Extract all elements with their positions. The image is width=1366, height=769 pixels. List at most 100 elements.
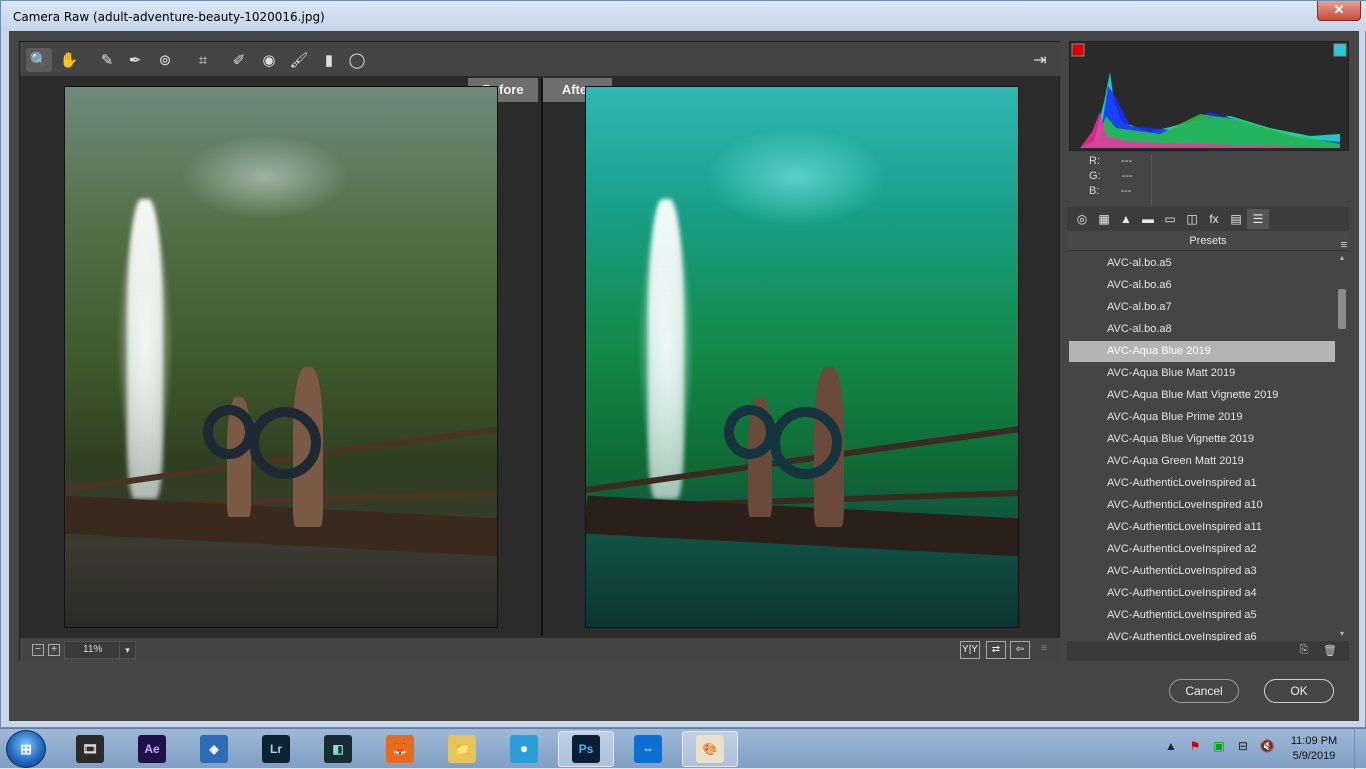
preset-item[interactable]: AVC-al.bo.a6 (1069, 275, 1335, 296)
open-preferences-icon[interactable]: ⇥ (1027, 48, 1053, 72)
preset-item[interactable]: AVC-AuthenticLoveInspired a3 (1069, 561, 1335, 582)
green-readout: G: --- (1089, 170, 1133, 182)
taskbar-app-diamond[interactable]: ◈ (186, 731, 242, 767)
cancel-button[interactable]: Cancel (1169, 679, 1239, 703)
lightroom-icon: Lr (262, 735, 290, 763)
close-button[interactable]: ✕ (1317, 1, 1361, 21)
color-sampler-tool-icon[interactable]: ✒ (122, 48, 148, 72)
blue-readout: B: --- (1089, 185, 1131, 197)
waterfall (127, 199, 163, 499)
calibration-tab[interactable]: ▤ (1225, 209, 1247, 229)
preset-item[interactable]: AVC-AuthenticLoveInspired a6 (1069, 627, 1335, 641)
preset-scrollbar[interactable]: ▴ ▾ (1337, 253, 1347, 641)
shadow-clipping-icon (1071, 43, 1085, 57)
scroll-thumb[interactable] (1338, 289, 1346, 329)
toggle-settings-icon[interactable]: ≡ (1034, 641, 1054, 659)
taskbar: ⊞ 🎞 Ae ◈ Lr ◧ 🦊 📁 ⏺ Ps ⇔ 🎨 ▲ ⚑ ▣ ⊟ 🔇 11:09 PM 5/9/… (0, 728, 1366, 769)
crop-tool-icon[interactable]: ⌗ (190, 48, 216, 72)
zoom-out-button[interactable]: − (32, 644, 44, 656)
clock-date: 5/9/2019 (1292, 750, 1336, 762)
preset-item[interactable]: AVC-Aqua Blue 2019 (1069, 341, 1335, 362)
basic-tab[interactable]: ◎ (1071, 209, 1093, 229)
teamviewer-icon: ⇔ (634, 735, 662, 763)
tone-curve-tab[interactable]: ▦ (1093, 209, 1115, 229)
taskbar-screen-recorder[interactable]: ⏺ (496, 731, 552, 767)
zoom-level-select[interactable]: 11% ▾ (64, 641, 136, 659)
spot-removal-tool-icon[interactable]: ✐ (226, 48, 252, 72)
preset-item[interactable]: AVC-Aqua Blue Vignette 2019 (1069, 429, 1335, 450)
detail-tab[interactable]: ▲ (1115, 209, 1137, 229)
taskbar-paint[interactable]: 🎨 (682, 731, 738, 767)
histogram (1069, 41, 1349, 151)
preset-item[interactable]: AVC-AuthenticLoveInspired a10 (1069, 495, 1335, 516)
preset-item[interactable]: AVC-al.bo.a5 (1069, 253, 1335, 274)
taskbar-photoshop[interactable]: Ps (558, 731, 614, 767)
after-image[interactable] (585, 86, 1019, 628)
zoom-tool-icon[interactable]: 🔍 (26, 48, 52, 72)
action-center-icon[interactable]: ⚑ (1186, 739, 1204, 757)
red-eye-tool-icon[interactable]: ◉ (256, 48, 282, 72)
before-after-view-icon[interactable]: Y|Y (960, 641, 980, 659)
preset-item[interactable]: AVC-Aqua Green Matt 2019 (1069, 451, 1335, 472)
clock[interactable]: 11:09 PM 5/9/2019 (1282, 734, 1346, 764)
system-monitor-icon[interactable]: ▣ (1210, 739, 1228, 757)
scroll-up-icon[interactable]: ▴ (1337, 253, 1347, 263)
title-bar[interactable]: Camera Raw (adult-adventure-beauty-10200… (1, 1, 1366, 31)
taskbar-file-explorer[interactable]: 📁 (434, 731, 490, 767)
zoom-in-button[interactable]: + (48, 644, 60, 656)
targeted-adjustment-tool-icon[interactable]: ⊚ (152, 48, 178, 72)
hsl-tab[interactable]: ▬ (1137, 209, 1159, 229)
white-balance-tool-icon[interactable]: ✎ (94, 48, 120, 72)
presets-title: Presets (1189, 235, 1227, 247)
delete-preset-icon[interactable]: 🗑 (1323, 644, 1337, 658)
split-divider (541, 78, 543, 636)
taskbar-firefox[interactable]: 🦊 (372, 731, 428, 767)
taskbar-filmora[interactable]: ◧ (310, 731, 366, 767)
copy-settings-icon[interactable]: ⇦ (1010, 641, 1030, 659)
movie-maker-icon: 🎞 (76, 735, 104, 763)
preset-item[interactable]: AVC-AuthenticLoveInspired a5 (1069, 605, 1335, 626)
preset-item[interactable]: AVC-al.bo.a8 (1069, 319, 1335, 340)
scroll-down-icon[interactable]: ▾ (1337, 629, 1347, 639)
dialog-client: 🔍 ✋ ✎ ✒ ⊚ ⌗ ✐ ◉ 🖌 ▮ ◯ ⇥ Before After − +… (9, 31, 1359, 721)
adjustment-brush-tool-icon[interactable]: 🖌 (286, 48, 312, 72)
taskbar-movie-maker[interactable]: 🎞 (62, 731, 118, 767)
preset-list: AVC-AuthenticLoveInspired a6 AVC-Authenti… (1067, 253, 1349, 641)
radial-filter-tool-icon[interactable]: ◯ (344, 48, 370, 72)
zoom-level-value: 11% (83, 644, 103, 655)
split-toning-tab[interactable]: ▭ (1159, 209, 1181, 229)
show-desktop-button[interactable] (1354, 729, 1366, 769)
graduated-filter-tool-icon[interactable]: ▮ (316, 48, 342, 72)
hand-tool-icon[interactable]: ✋ (56, 48, 82, 72)
preset-item[interactable]: AVC-AuthenticLoveInspired a11 (1069, 517, 1335, 538)
photoshop-icon: Ps (572, 735, 600, 763)
clock-time: 11:09 PM (1290, 735, 1338, 747)
log-bridge (586, 495, 1018, 557)
preset-item[interactable]: AVC-Aqua Blue Matt 2019 (1069, 363, 1335, 384)
preview-status-bar: − + 11% ▾ Y|Y ⇄ ⇦ ≡ (20, 638, 1061, 662)
preset-item[interactable]: AVC-AuthenticLoveInspired a2 (1069, 539, 1335, 560)
taskbar-lightroom[interactable]: Lr (248, 731, 304, 767)
preset-item[interactable]: AVC-AuthenticLoveInspired a4 (1069, 583, 1335, 604)
effects-tab[interactable]: fx (1203, 209, 1225, 229)
preset-item[interactable]: AVC-AuthenticLoveInspired a1 (1069, 473, 1335, 494)
menu-icon[interactable]: ≡ (1341, 235, 1347, 255)
filmora-icon: ◧ (324, 735, 352, 763)
red-label: R: (1089, 155, 1100, 167)
tray-expand-icon[interactable]: ▲ (1162, 739, 1180, 757)
chevron-down-icon[interactable]: ▾ (119, 642, 135, 658)
swap-settings-icon[interactable]: ⇄ (986, 641, 1006, 659)
preset-item[interactable]: AVC-Aqua Blue Prime 2019 (1069, 407, 1335, 428)
volume-icon[interactable]: 🔇 (1258, 739, 1276, 757)
taskbar-teamviewer[interactable]: ⇔ (620, 731, 676, 767)
preset-item[interactable]: AVC-al.bo.a7 (1069, 297, 1335, 318)
before-image[interactable] (64, 86, 498, 628)
start-button[interactable]: ⊞ (6, 730, 46, 768)
taskbar-after-effects[interactable]: Ae (124, 731, 180, 767)
new-preset-icon[interactable]: ⎘ (1297, 644, 1311, 658)
ok-button[interactable]: OK (1264, 679, 1334, 703)
presets-tab[interactable]: ☰ (1247, 209, 1269, 229)
lens-tab[interactable]: ◫ (1181, 209, 1203, 229)
network-icon[interactable]: ⊟ (1234, 739, 1252, 757)
preset-item[interactable]: AVC-Aqua Blue Matt Vignette 2019 (1069, 385, 1335, 406)
